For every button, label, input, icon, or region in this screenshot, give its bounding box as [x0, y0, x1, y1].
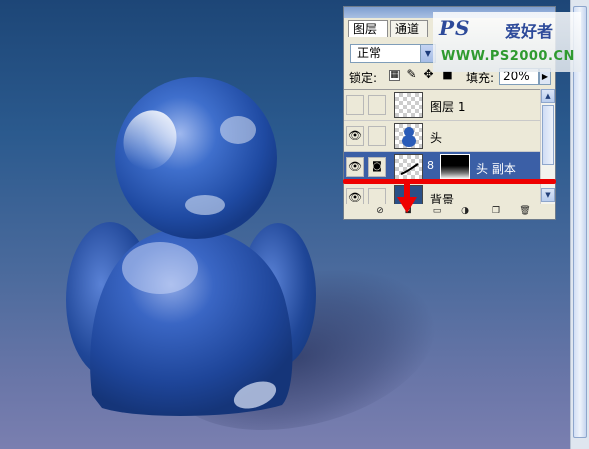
visibility-toggle[interactable]	[346, 95, 364, 115]
red-annotation-line	[343, 179, 556, 184]
trash-icon[interactable]: 🗑	[519, 206, 531, 217]
blend-mode-select[interactable]: 正常 ▼	[350, 44, 436, 63]
new-group-icon[interactable]: ▭	[431, 206, 443, 217]
lock-pixels-icon[interactable]: ✎	[406, 68, 417, 81]
layer-row-head[interactable]: 👁 头	[344, 121, 540, 152]
layer-thumbnail	[394, 123, 423, 149]
layer-name: 图层 1	[430, 100, 466, 114]
adjustment-layer-icon[interactable]: ◑	[459, 206, 471, 217]
watermark: PS 爱好者 WWW.PS2000.CN	[433, 12, 581, 72]
layer-row-background[interactable]: 👁 背景	[344, 183, 540, 204]
watermark-url: WWW.PS2000.CN	[441, 49, 575, 64]
layer-name: 背景	[430, 193, 455, 204]
link-layers-icon[interactable]: ⊘	[374, 206, 386, 217]
layer-thumbnail	[394, 154, 423, 180]
link-cell[interactable]	[368, 126, 386, 146]
palette-bottom-bar: ⊘ ◘ ▭ ◑ ❐ 🗑	[344, 205, 555, 219]
layer-mask-icon[interactable]: ◙	[368, 157, 386, 177]
watermark-text: 爱好者	[505, 22, 554, 41]
new-layer-icon[interactable]: ❐	[490, 206, 502, 217]
watermark-logo: PS	[439, 16, 471, 40]
tab-layers[interactable]: 图层	[348, 20, 388, 37]
layer-list-scrollbar[interactable]: ▲ ▼	[540, 89, 555, 204]
layer-name: 头 副本	[476, 162, 516, 176]
layer-list: 图层 1 👁 头 👁 ◙ 8 头 副本 👁 背景	[344, 89, 540, 204]
eye-icon[interactable]: 👁	[346, 126, 364, 146]
eye-icon[interactable]: 👁	[346, 188, 364, 204]
link-cell[interactable]	[368, 188, 386, 204]
tab-channels[interactable]: 通道	[390, 20, 428, 37]
layer-list-scroll-thumb[interactable]	[542, 105, 554, 165]
eye-icon[interactable]: 👁	[346, 157, 364, 177]
link-cell[interactable]	[368, 95, 386, 115]
buddy-thumbnail-icon	[402, 127, 416, 147]
brush-stroke-icon	[400, 163, 419, 175]
layer-mask-thumbnail[interactable]	[440, 154, 470, 180]
scroll-up-icon[interactable]: ▲	[541, 89, 555, 103]
blend-mode-value: 正常	[357, 46, 382, 60]
red-arrow-icon	[397, 183, 417, 213]
layer-name: 头	[430, 131, 443, 145]
lock-transparency-icon[interactable]: ▦	[389, 70, 400, 81]
layer-row-layer1[interactable]: 图层 1	[344, 90, 540, 121]
scroll-down-icon[interactable]: ▼	[541, 188, 555, 202]
lock-label: 锁定:	[349, 71, 378, 85]
layer-thumbnail	[394, 92, 423, 118]
link-icon[interactable]: 8	[427, 159, 434, 172]
